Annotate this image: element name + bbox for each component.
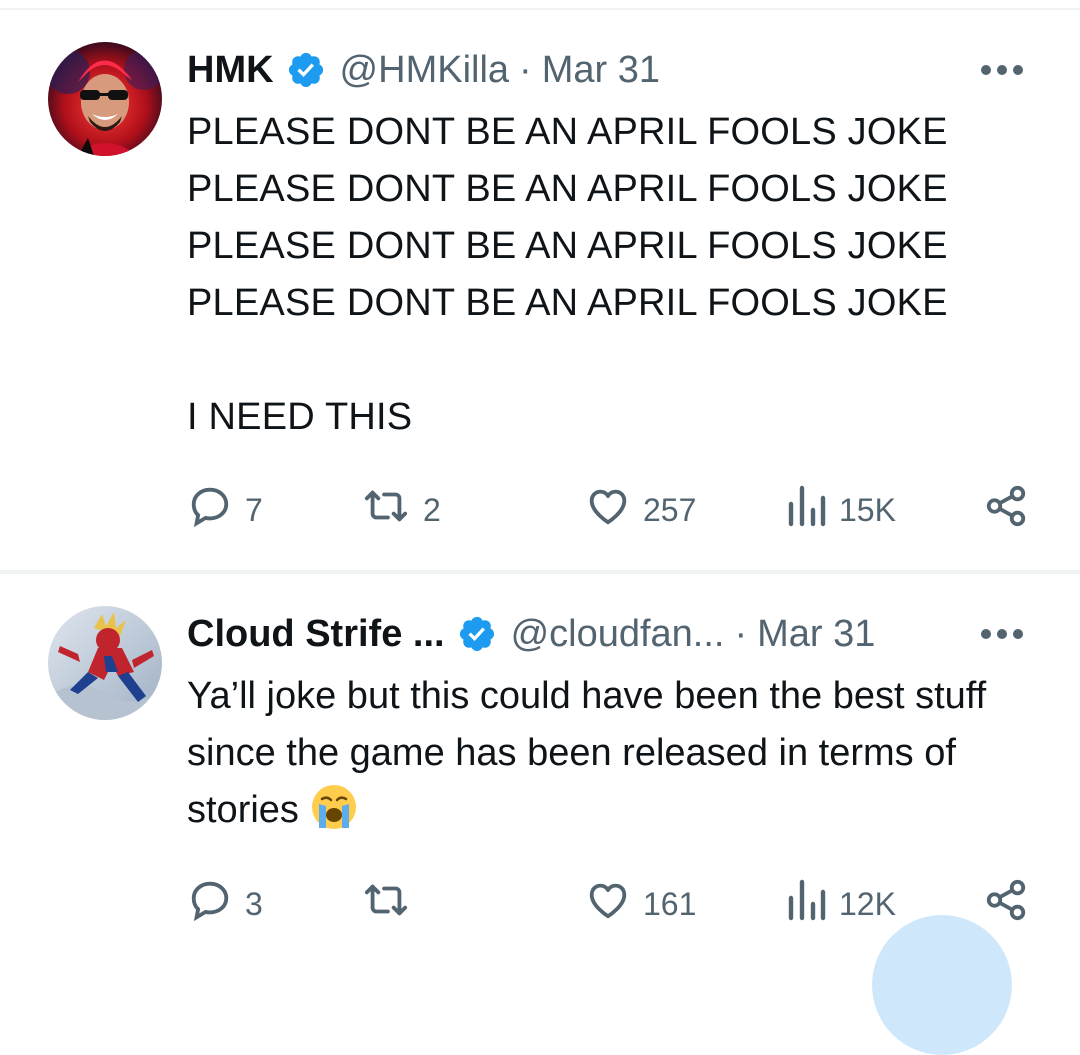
reply-button[interactable]: 3 — [187, 874, 263, 934]
tweet-hmk[interactable]: HMK @HMKilla · Mar 31 PLEASE DONT BE AN … — [0, 10, 1080, 570]
views-bars-icon — [787, 484, 827, 536]
views-bars-icon — [787, 878, 827, 930]
more-dots-icon[interactable] — [980, 48, 1024, 92]
retweet-button[interactable]: 2 — [361, 480, 441, 540]
handle[interactable]: @cloudfan... — [511, 613, 725, 656]
display-name[interactable]: HMK — [187, 49, 274, 92]
verified-badge-icon — [286, 50, 326, 90]
share-icon — [983, 877, 1029, 931]
like-button[interactable]: 161 — [585, 874, 696, 934]
view-count: 15K — [839, 491, 896, 528]
loudly-crying-face-emoji — [309, 782, 359, 832]
share-icon — [983, 483, 1029, 537]
separator-dot: · — [519, 48, 532, 91]
handle[interactable]: @HMKilla — [340, 49, 509, 92]
tweet-header: Cloud Strife ... @cloudfan... · Mar 31 — [187, 604, 875, 664]
views-button[interactable]: 12K — [787, 874, 896, 934]
retweet-icon — [361, 483, 411, 537]
share-button[interactable] — [983, 874, 1029, 934]
tweet-cloud-strife[interactable]: Cloud Strife ... @cloudfan... · Mar 31 Y… — [0, 572, 1080, 960]
reply-button[interactable]: 7 — [187, 480, 263, 540]
views-button[interactable]: 15K — [787, 480, 896, 540]
like-count: 161 — [643, 885, 697, 922]
retweet-icon — [361, 877, 411, 931]
tweet-header: HMK @HMKilla · Mar 31 — [187, 40, 660, 100]
more-dots-icon[interactable] — [980, 612, 1024, 656]
like-count: 257 — [643, 491, 697, 528]
reply-count: 7 — [245, 491, 263, 528]
avatar[interactable] — [48, 42, 162, 156]
heart-icon — [585, 877, 631, 931]
reply-count: 3 — [245, 885, 263, 922]
tweet-text: PLEASE DONT BE AN APRIL FOOLS JOKE PLEAS… — [187, 111, 948, 438]
view-count: 12K — [839, 885, 896, 922]
display-name[interactable]: Cloud Strife ... — [187, 613, 445, 656]
tweet-actions: 7 2 257 15K — [187, 480, 1037, 540]
compose-fab-button[interactable] — [872, 915, 1012, 1055]
tweet-date[interactable]: Mar 31 — [542, 49, 660, 92]
tweet-date[interactable]: Mar 31 — [757, 613, 875, 656]
retweet-button[interactable] — [361, 874, 423, 934]
tweet-text-container: Ya’ll joke but this could have been the … — [187, 668, 1017, 839]
like-button[interactable]: 257 — [585, 480, 696, 540]
share-button[interactable] — [983, 480, 1029, 540]
retweet-count: 2 — [423, 491, 441, 528]
reply-bubble-icon — [187, 877, 233, 931]
avatar[interactable] — [48, 606, 162, 720]
tweet-text: Ya’ll joke but this could have been the … — [187, 675, 987, 831]
separator-dot: · — [734, 612, 748, 655]
reply-bubble-icon — [187, 483, 233, 537]
heart-icon — [585, 483, 631, 537]
verified-badge-icon — [457, 614, 497, 654]
